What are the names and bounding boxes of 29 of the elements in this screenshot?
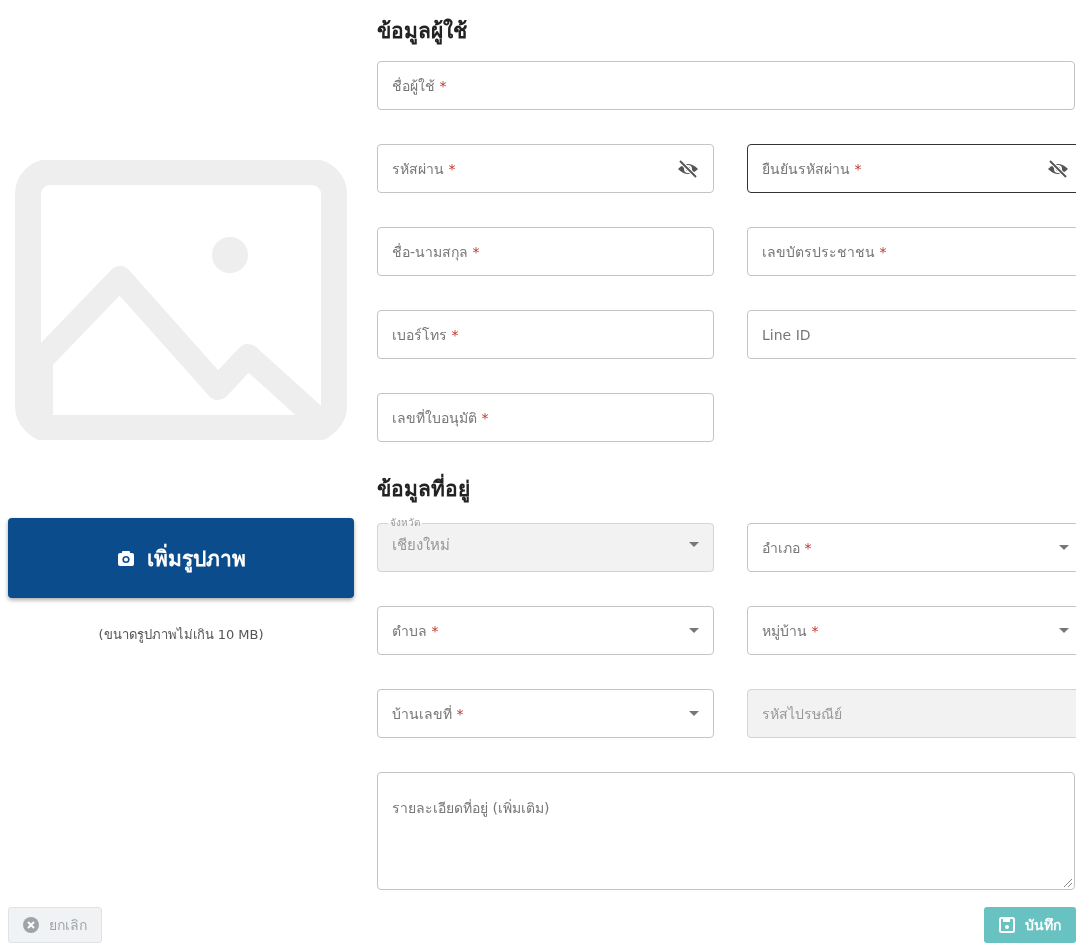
size-note: (ขนาดรูปภาพไม่เกิน 10 MB) bbox=[98, 626, 264, 645]
text-field[interactable]: ชื่อ-นามสกุล * bbox=[377, 227, 714, 276]
required-mark: * bbox=[451, 326, 459, 343]
field-label: จังหวัด bbox=[389, 518, 421, 528]
add-photo-button[interactable]: เพิ่มรูปภาพ bbox=[8, 518, 354, 598]
required-mark: * bbox=[448, 160, 456, 177]
required-mark: * bbox=[481, 409, 489, 426]
dropdown[interactable]: อำเภอ * bbox=[747, 523, 1076, 572]
required-mark: * bbox=[854, 160, 862, 177]
text-field[interactable]: เบอร์โทร * bbox=[377, 310, 714, 359]
section-title: ข้อมูลผู้ใช้ bbox=[377, 17, 468, 47]
required-mark: * bbox=[879, 243, 887, 260]
text-field[interactable]: เลขที่ใบอนุมัติ * bbox=[377, 393, 714, 442]
required-mark: * bbox=[439, 77, 447, 94]
dropdown[interactable]: บ้านเลขที่ * bbox=[377, 689, 714, 738]
required-mark: * bbox=[804, 539, 812, 556]
required-mark: * bbox=[472, 243, 480, 260]
dropdown[interactable]: หมู่บ้าน * bbox=[747, 606, 1076, 655]
required-mark: * bbox=[431, 622, 439, 639]
password-field[interactable]: ยืนยันรหัสผ่าน * bbox=[747, 144, 1076, 193]
required-mark: * bbox=[456, 705, 464, 722]
text-area[interactable]: รายละเอียดที่อยู่ (เพิ่มเติม) bbox=[377, 772, 1075, 890]
text-field[interactable]: เลขบัตรประชาชน * bbox=[747, 227, 1076, 276]
required-mark: * bbox=[811, 622, 819, 639]
text-field[interactable]: ชื่อผู้ใช้ * bbox=[377, 61, 1075, 110]
text-field[interactable]: Line ID bbox=[747, 310, 1076, 359]
dropdown[interactable]: ตำบล * bbox=[377, 606, 714, 655]
password-field[interactable]: รหัสผ่าน * bbox=[377, 144, 714, 193]
section-title: ข้อมูลที่อยู่ bbox=[377, 472, 1076, 505]
